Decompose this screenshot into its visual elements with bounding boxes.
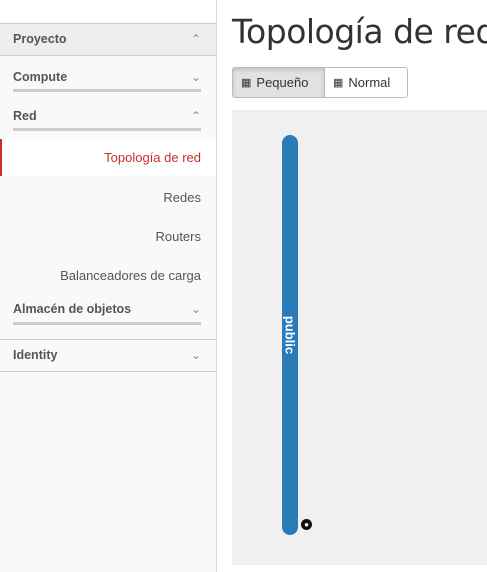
section-label: Proyecto xyxy=(13,32,67,46)
sidebar-item-balanceadores[interactable]: Balanceadores de carga xyxy=(60,268,201,283)
grid-small-icon: ▦ xyxy=(241,77,252,89)
section-label: Compute xyxy=(13,70,68,84)
section-underline xyxy=(13,89,201,92)
section-label: Identity xyxy=(13,348,58,362)
section-proyecto[interactable]: Proyecto ⌃ xyxy=(0,24,216,55)
section-label: Red xyxy=(13,109,37,123)
section-identity[interactable]: Identity ⌄ xyxy=(0,340,216,371)
sidebar-item-topologia[interactable]: Topología de red xyxy=(0,139,216,176)
small-view-button[interactable]: ▦ Pequeño xyxy=(232,67,325,98)
sidebar-item-redes[interactable]: Redes xyxy=(163,190,201,205)
section-label: Almacén de objetos xyxy=(13,302,132,316)
normal-view-button[interactable]: ▦ Normal xyxy=(324,67,408,98)
button-label: Pequeño xyxy=(256,75,309,90)
sidebar-item-label: Topología de red xyxy=(104,150,201,165)
button-label: Normal xyxy=(348,75,391,90)
chevron-down-icon: ⌄ xyxy=(190,302,201,316)
main-content: Topología de red ▦ Pequeño ▦ Normal publ… xyxy=(217,0,487,572)
sidebar-top-strip xyxy=(0,0,216,23)
divider xyxy=(0,371,216,372)
sidebar-item-routers[interactable]: Routers xyxy=(155,229,201,244)
chevron-up-icon: ⌃ xyxy=(190,32,201,46)
grid-large-icon: ▦ xyxy=(333,77,344,89)
network-label: public xyxy=(282,315,298,355)
chevron-down-icon: ⌄ xyxy=(190,348,201,362)
globe-icon: ● xyxy=(301,519,312,530)
network-public[interactable]: public xyxy=(282,135,298,535)
page-title: Topología de red xyxy=(232,12,487,51)
section-underline xyxy=(13,322,201,325)
chevron-down-icon: ⌄ xyxy=(190,70,201,84)
sidebar: Proyecto ⌃ Compute ⌄ Red ⌃ Topología de … xyxy=(0,0,217,572)
section-underline xyxy=(13,128,201,131)
chevron-up-icon: ⌃ xyxy=(190,109,201,123)
topology-canvas[interactable]: public ● xyxy=(232,110,487,565)
